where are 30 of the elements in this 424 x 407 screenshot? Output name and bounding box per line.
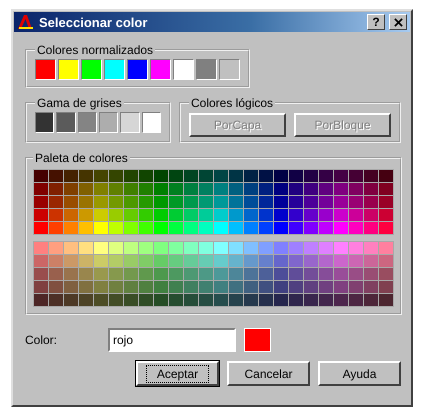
- close-icon: [394, 18, 402, 26]
- window-title: Seleccionar color: [39, 14, 148, 30]
- shade-swatch[interactable]: [56, 112, 76, 133]
- dialog-button[interactable]: Cancelar: [227, 361, 310, 386]
- color-swatch[interactable]: [127, 59, 148, 80]
- dialog-button[interactable]: Aceptar: [136, 361, 219, 386]
- help-button[interactable]: ?: [367, 14, 385, 30]
- color-label: Color:: [25, 333, 58, 347]
- color-swatch[interactable]: [104, 59, 125, 80]
- color-swatch[interactable]: [81, 59, 102, 80]
- group-label: Gama de grises: [36, 96, 123, 110]
- color-input-field[interactable]: rojo: [108, 328, 236, 352]
- color-swatch[interactable]: [35, 59, 56, 80]
- shade-swatch[interactable]: [78, 112, 97, 133]
- shade-swatch[interactable]: [98, 112, 118, 133]
- app-logo-icon: [17, 14, 35, 30]
- close-button[interactable]: [389, 14, 407, 30]
- shade-swatch[interactable]: [120, 112, 140, 133]
- color-palette-drawing[interactable]: [33, 167, 394, 309]
- group-label: Colores lógicos: [190, 96, 274, 110]
- dialog-button[interactable]: Ayuda: [318, 361, 401, 386]
- group-label: Paleta de colores: [34, 151, 129, 165]
- shade-swatch[interactable]: [142, 112, 161, 133]
- color-swatch[interactable]: [173, 59, 194, 80]
- color-swatch[interactable]: [58, 59, 79, 80]
- group-label: Colores normalizados: [36, 43, 154, 57]
- color-swatch[interactable]: [219, 59, 240, 80]
- shade-swatch[interactable]: [35, 112, 54, 133]
- color-swatch[interactable]: [150, 59, 171, 80]
- color-swatch[interactable]: [196, 59, 217, 80]
